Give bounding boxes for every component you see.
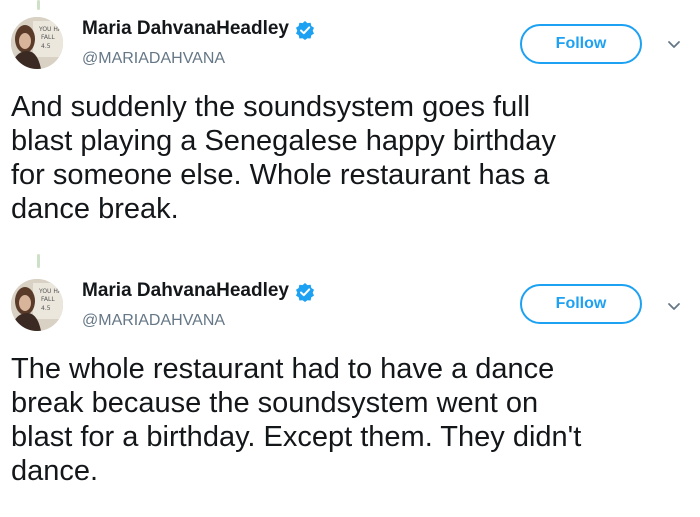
verified-badge-icon [296,283,314,302]
follow-button[interactable]: Follow [520,284,642,324]
avatar[interactable]: YOU HAVE FALL 4.5 [11,279,63,331]
svg-text:YOU HAVE: YOU HAVE [38,26,63,33]
avatar[interactable]: YOU HAVE FALL 4.5 [11,17,63,69]
display-name[interactable]: Maria DahvanaHeadley [82,18,289,40]
handle[interactable]: @MARIADAHVANA [82,50,225,68]
handle[interactable]: @MARIADAHVANA [82,312,225,330]
verified-badge-icon [296,21,314,40]
tweet-text: And suddenly the soundsystem goes full b… [11,91,556,225]
chevron-down-icon[interactable] [666,298,682,314]
svg-text:4.5: 4.5 [41,305,51,312]
follow-button[interactable]: Follow [520,24,642,64]
svg-text:FALL: FALL [41,34,55,41]
svg-text:4.5: 4.5 [41,43,51,50]
tweet: YOU HAVE FALL 4.5 Maria DahvanaHeadley @… [0,0,700,250]
svg-text:YOU HAVE: YOU HAVE [38,288,63,295]
chevron-down-icon[interactable] [666,36,682,52]
tweet-text: The whole restaurant had to have a dance… [11,353,582,487]
display-name[interactable]: Maria DahvanaHeadley [82,280,289,302]
svg-text:FALL: FALL [41,296,55,303]
tweet: YOU HAVE FALL 4.5 Maria DahvanaHeadley @… [0,262,700,517]
